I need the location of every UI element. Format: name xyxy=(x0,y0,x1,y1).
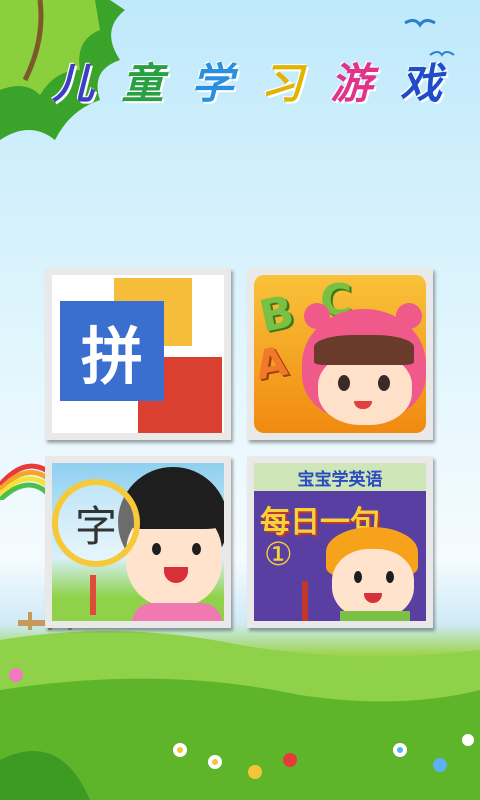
app-title: 儿 童 学 习 游 戏 xyxy=(52,50,442,110)
title-char-4: 习 xyxy=(260,58,303,108)
title-char-5: 游 xyxy=(330,58,373,108)
abc-bear-girl-icon: B C A xyxy=(254,275,426,433)
title-char-6: 戏 xyxy=(399,58,442,108)
english-boy-icon: 宝宝学英语 每日一句 ① xyxy=(254,463,426,621)
title-char-2: 童 xyxy=(121,58,164,108)
pinyin-icon: 拼 xyxy=(52,275,224,433)
english-header: 宝宝学英语 xyxy=(297,469,383,490)
game-tile-english[interactable]: 宝宝学英语 每日一句 ① xyxy=(247,456,433,628)
abc-letter-b: B xyxy=(255,286,299,343)
magnifier-character: 字 xyxy=(74,501,117,551)
title-char-3: 学 xyxy=(191,58,234,108)
meadow-decoration xyxy=(0,612,480,800)
abc-letter-a: A xyxy=(254,338,291,390)
game-tile-abc[interactable]: B C A xyxy=(247,268,433,440)
english-number: ① xyxy=(264,535,293,573)
game-tile-pinyin[interactable]: 拼 xyxy=(45,268,231,440)
pinyin-char: 拼 xyxy=(80,320,143,393)
title-char-1: 儿 xyxy=(52,58,95,108)
chinese-character-girl-icon: 字 xyxy=(52,463,224,621)
game-tile-chinese-character[interactable]: 字 xyxy=(45,456,231,628)
